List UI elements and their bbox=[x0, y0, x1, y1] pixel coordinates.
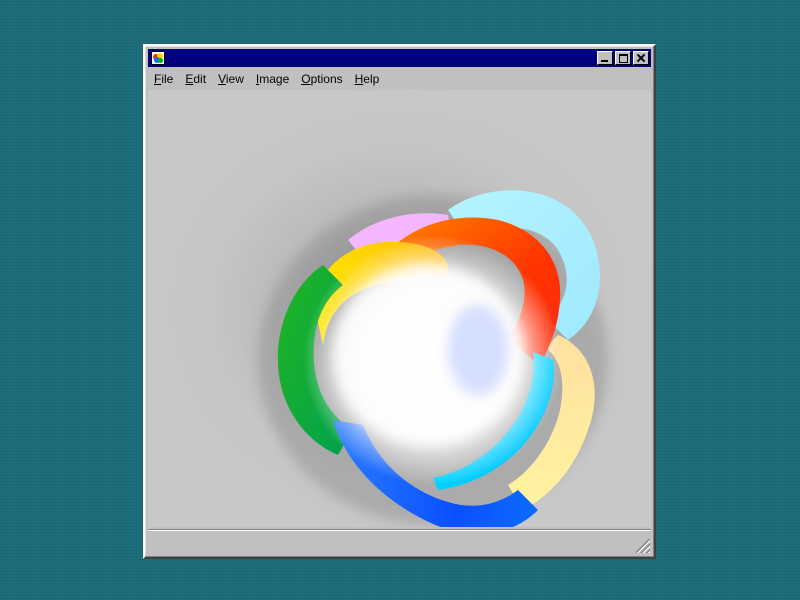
menu-image[interactable]: Image bbox=[250, 69, 295, 89]
menu-edit[interactable]: Edit bbox=[179, 69, 212, 89]
menu-file[interactable]: File bbox=[148, 69, 179, 89]
menu-options[interactable]: Options bbox=[295, 69, 348, 89]
rainbow-ribbon-image bbox=[258, 190, 608, 527]
image-canvas[interactable] bbox=[148, 90, 651, 527]
resize-grip-icon[interactable] bbox=[636, 539, 650, 553]
app-window: File Edit View Image Options Help bbox=[143, 44, 656, 559]
title-bar[interactable] bbox=[148, 49, 651, 67]
app-icon[interactable] bbox=[151, 51, 165, 65]
menu-bar: File Edit View Image Options Help bbox=[148, 68, 651, 90]
maximize-icon[interactable] bbox=[615, 51, 631, 65]
minimize-icon[interactable] bbox=[597, 51, 613, 65]
status-bar bbox=[148, 529, 651, 554]
menu-help[interactable]: Help bbox=[349, 69, 386, 89]
menu-view[interactable]: View bbox=[212, 69, 250, 89]
close-icon[interactable] bbox=[633, 51, 649, 65]
